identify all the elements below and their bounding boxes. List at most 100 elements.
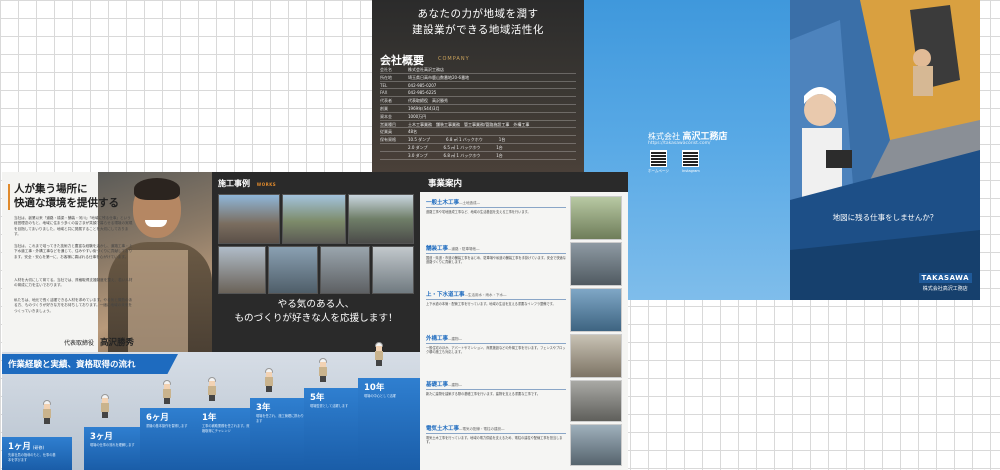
business-item-desc: 国道・県道・市道の舗装工事をはじめ、駐車場や私道の舗装工事を手掛けています。安全… [426,256,566,265]
business-item-desc: 上下水道の本管・配管工事を行っています。地域の生活を支える重要なインフラ整備です… [426,302,556,306]
business-item-title: 舗装工事―道路・駐車場他― [426,244,566,254]
business-item-sub: ―土地造成― [459,201,481,205]
business-item-name: 上・下水道工事 [426,292,465,298]
career-step-period-text: 3年 [256,403,271,413]
career-step-note: (研修) [32,445,45,450]
company-overview-title-en: COMPANY [438,56,470,62]
career-step-period-text: 6ヶ月 [146,413,169,423]
company-info-value: 代表取締役 高沢勝秀 [408,98,448,104]
business-item-desc: 一般住宅のほか、アパートやマンション、商業施設などの外構工事を行います。フェンス… [426,346,566,355]
works-photo [268,246,318,294]
company-info-key: TEL [380,82,388,88]
works-photo [348,194,414,244]
company-info-key: 会社名 [380,67,392,72]
career-step: 6ヶ月 重機の基本操作を習得します [140,408,200,470]
business-item: 上・下水道工事―生活用水・雨水・下水― 上下水道の本管・配管工事を行っています。… [426,290,566,306]
business-page: 事業案内 一般土木工事―土地造成― 道路工事や宅地造成工事など、地域の生活基盤を… [420,172,628,470]
worker-illustration [207,377,217,401]
business-item-title: 基礎工事―建物― [426,380,566,390]
company-overview-page: あなたの力が地域を潤す 建設業ができる地域活性化 会社概要 COMPANY 会社… [372,0,584,172]
business-item: 基礎工事―建物― 新たに建物を建築する際の基礎工事を行います。建物を支える重要な… [426,380,566,396]
company-info-row: 従業員 48名 [380,128,576,137]
business-item-desc: 電気土木工事を行っています。地域の電力供給を支えるため、電柱の建柱や配線工事を担… [426,436,563,445]
works-catch-line-2: ものづくりが好きな人を応援します！ [234,313,398,324]
company-info-value: 2.0 ダンプ 6.5 ㎥ 1 バックホウ 1台 [408,144,503,150]
president-heading-line-1: 人が集う場所に [14,183,88,195]
company-info-key: 保有資格 [380,137,396,143]
business-item: 一般土木工事―土地造成― 道路工事や宅地造成工事など、地域の生活基盤を支える工事… [426,198,566,214]
career-step-desc: 先輩社員の指導のもと、仕事の基本を学びます [8,453,56,462]
cover-photo [790,0,980,300]
company-info-value: 1000万円 [408,113,427,119]
company-info-row: TEL 042-985-0207 [380,82,576,90]
business-item-sub: ―電気の配線・電柱の建設― [459,427,505,431]
career-step-period: 3年 [256,401,270,413]
company-info-value: 042-985-0207 [408,82,437,88]
company-info-key: FAX [380,90,388,96]
career-step-period-text: 10年 [364,383,385,393]
company-info-row: 3.0 ダンプ 6.8 ㎥ 1 バックホウ 1台 [380,152,576,160]
works-title-jp: 施工事例 [218,179,250,188]
career-step: 1年 工事の補助業務を任されます。資格取得にチャレンジ [196,408,254,470]
business-photo [570,196,622,240]
company-info-value: 042-985-6225 [408,90,437,96]
instagram-qr-code [682,150,699,167]
president-vest [128,250,188,357]
homepage-qr-label: ホームページ [648,169,669,173]
career-step: 10年 現場の中心として活躍 [358,378,420,470]
business-item-desc: 道路工事や宅地造成工事など、地域の生活基盤を支える工事を行います。 [426,210,531,214]
business-title: 事業案内 [428,179,463,189]
business-item-name: 一般土木工事 [426,200,460,206]
cover-logo: TAKASAWA 株式会社高沢工務店 [918,273,972,292]
president-smile [145,220,167,227]
company-info-value: 1969年(S44)3月 [408,105,440,111]
business-photo [570,288,622,332]
president-hair [134,178,180,200]
career-step-period-text: 1年 [202,413,217,423]
cover-logo-en: TAKASAWA [918,273,972,283]
works-title-en: WORKS [256,182,277,187]
works-title: 施工事例 WORKS [218,178,276,189]
company-info-key: 資本金 [380,113,392,119]
company-info-key: 従業員 [380,129,392,135]
president-paragraph-3: 人材を大切にして育てる。当社では、資格取得支援制度を整え、若い人材の育成に力を注… [14,278,133,288]
business-item-title: 一般土木工事―土地造成― [426,198,566,208]
works-photo [372,246,414,294]
career-step: 1ヶ月 (研修) 先輩社員の指導のもと、仕事の基本を学びます [2,437,72,470]
worker-illustration [162,380,172,404]
career-step: 3年 現場を任され、施工管理に携わります [250,398,308,470]
business-item-sub: ―道路・駐車場他― [448,247,480,251]
career-step-desc: 重機の基本操作を習得します [146,424,188,428]
business-item-sub: ―建物― [448,383,463,387]
business-item-sub: ―生活用水・雨水・下水― [464,293,507,297]
business-photo [570,380,622,422]
works-photo [218,246,266,294]
president-signature: 代表取締役 高沢勝秀 [64,336,134,348]
company-info-table: 会社名 株式会社高沢工務店 所在地 埼玉県日高市鹿山数番地20-6番地 TEL 042-9… [380,66,576,160]
business-photo [570,242,622,286]
works-catch-copy: やる気のある人、 ものづくりが好きな人を応援します！ [212,298,420,326]
business-item-name: 電気土木工事 [426,426,460,432]
career-step-period: 6ヶ月 [146,411,169,423]
career-step-desc: 現場を任され、施工管理に携わります [256,414,304,423]
company-info-value: 48名 [408,129,418,135]
company-info-value: 埼玉県日高市鹿山数番地20-6番地 [408,74,470,80]
business-item-name: 舗装工事 [426,246,449,252]
company-info-row: 代表者 代表取締役 高沢勝秀 [380,97,576,105]
works-photo [218,194,280,244]
cover-logo-jp: 株式会社高沢工務店 [922,286,968,292]
business-item: 電気土木工事―電気の配線・電柱の建設― 電気土木工事を行っています。地域の電力供… [426,424,566,445]
business-item-desc: 新たに建物を建築する際の基礎工事を行います。建物を支える重要な工事です。 [426,392,541,396]
worker-illustration [264,368,274,392]
business-item-sub: ―建物― [448,337,463,341]
business-item: 外構工事―建物― 一般住宅のほか、アパートやマンション、商業施設などの外構工事を… [426,334,566,355]
career-step-period: 1ヶ月 (研修) [8,440,44,452]
president-sign-name: 高沢勝秀 [99,338,134,348]
business-item-title: 上・下水道工事―生活用水・雨水・下水― [426,290,566,300]
career-step-period: 10年 [364,381,384,393]
instagram-qr-label: Instagram [682,169,700,173]
career-step-period: 1年 [202,411,216,423]
works-photo [320,246,370,294]
company-catch-line-1: あなたの力が地域を潤す [417,8,539,20]
homepage-qr-code [650,150,667,167]
